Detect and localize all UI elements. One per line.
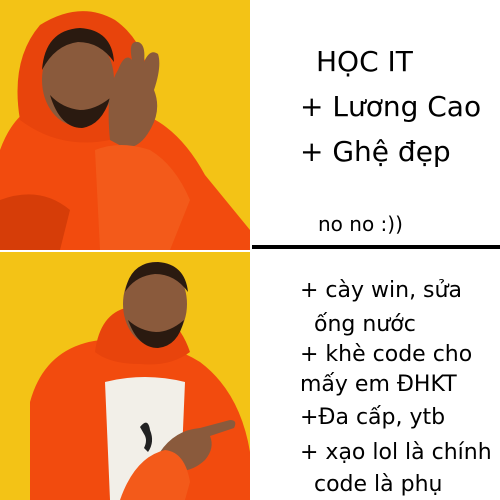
meme-container: HỌC IT + Lương Cao + Ghệ đẹp no no :)) +… <box>0 0 500 500</box>
bottom-line-2: ống nước <box>300 312 416 337</box>
drake-approving-image <box>0 252 250 500</box>
bottom-line-6: + xạo lol là chính <box>300 440 492 465</box>
bottom-line-1: + cày win, sửa <box>300 278 462 303</box>
bottom-line-7: code là phụ <box>300 472 443 497</box>
top-line-1: + Lương Cao <box>300 90 482 123</box>
bottom-line-4: mấy em ĐHKT <box>300 372 457 397</box>
bottom-line-3: + khè code cho <box>300 342 473 367</box>
drake-disapproving-image <box>0 0 250 250</box>
bottom-line-5: +Đa cấp, ytb <box>300 405 446 430</box>
panel-divider <box>252 245 500 249</box>
top-title: HỌC IT <box>316 45 413 78</box>
top-line-2: + Ghệ đẹp <box>300 135 451 168</box>
top-note: no no :)) <box>318 212 403 236</box>
